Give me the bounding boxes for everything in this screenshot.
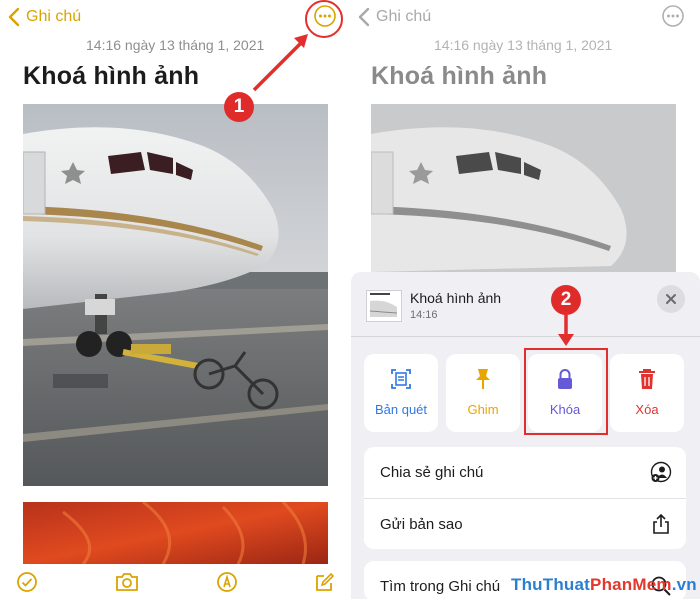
back-label: Ghi chú: [26, 8, 82, 25]
arrow-annotation-1: [252, 34, 308, 92]
back-button[interactable]: Ghi chú: [6, 6, 81, 28]
pin-label: Ghim: [467, 402, 499, 417]
find-in-note-label: Tìm trong Ghi chú: [380, 578, 501, 595]
note-title-dimmed: Khoá hình ảnh: [371, 62, 548, 90]
share-note-row[interactable]: Chia sẻ ghi chú: [364, 447, 686, 498]
camera-icon[interactable]: [114, 571, 140, 593]
markup-pen-icon[interactable]: [216, 571, 238, 593]
note-timestamp: 14:16 ngày 13 tháng 1, 2021: [86, 37, 265, 53]
note-title: Khoá hình ảnh: [23, 62, 200, 90]
back-label: Ghi chú: [376, 8, 432, 25]
delete-label: Xóa: [635, 402, 659, 417]
sheet-note-title: Khoá hình ảnh: [410, 290, 502, 306]
compose-icon[interactable]: [313, 571, 335, 593]
scan-button[interactable]: Bản quét: [364, 354, 438, 432]
arrow-annotation-2: [558, 312, 574, 346]
share-options-card: Chia sẻ ghi chú Gửi bản sao: [364, 447, 686, 549]
chevron-left-icon: [8, 7, 20, 27]
watermark: ThuThuatPhanMem.vn: [511, 575, 697, 595]
watermark-part-1: ThuThuat: [511, 575, 591, 594]
step-badge-1: 1: [224, 92, 254, 122]
chevron-left-icon: [358, 7, 370, 27]
more-options-icon[interactable]: [661, 4, 685, 28]
close-button[interactable]: [657, 285, 685, 313]
airplane-photo-dimmed: [371, 104, 676, 272]
fur-image: [23, 502, 328, 564]
delete-button[interactable]: Xóa: [610, 354, 684, 432]
pin-button[interactable]: Ghim: [446, 354, 520, 432]
share-icon: [653, 513, 669, 534]
second-photo[interactable]: [23, 502, 328, 564]
lock-highlight-frame: [524, 348, 608, 435]
person-add-icon: [650, 461, 672, 483]
sheet-divider: [351, 336, 700, 337]
thumbnail-image: [367, 291, 401, 321]
scan-label: Bản quét: [374, 402, 428, 417]
sheet-note-time: 14:16: [410, 309, 438, 321]
send-copy-row[interactable]: Gửi bản sao: [364, 498, 686, 549]
send-copy-label: Gửi bản sao: [380, 515, 463, 533]
trash-icon: [639, 369, 655, 389]
close-icon: [666, 294, 676, 304]
airplane-image-grayscale: [371, 104, 676, 272]
action-sheet: Khoá hình ảnh 14:16 Bản quét Ghim Khóa X…: [351, 272, 700, 599]
note-thumbnail: [366, 290, 402, 322]
airplane-image: [23, 104, 328, 486]
step-badge-2: 2: [551, 285, 581, 315]
watermark-part-3: .vn: [671, 575, 697, 594]
share-note-label: Chia sẻ ghi chú: [380, 464, 484, 481]
pin-icon: [476, 369, 490, 389]
screenshot-stage: Ghi chú 14:16 ngày 13 tháng 1, 2021 Khoá…: [0, 0, 700, 599]
back-button-dimmed[interactable]: Ghi chú: [356, 6, 431, 28]
airplane-photo[interactable]: [23, 104, 328, 486]
note-timestamp-dimmed: 14:16 ngày 13 tháng 1, 2021: [434, 37, 613, 53]
checklist-icon[interactable]: [16, 571, 38, 593]
watermark-part-2: PhanMem: [590, 575, 672, 594]
scan-icon: [391, 369, 411, 389]
